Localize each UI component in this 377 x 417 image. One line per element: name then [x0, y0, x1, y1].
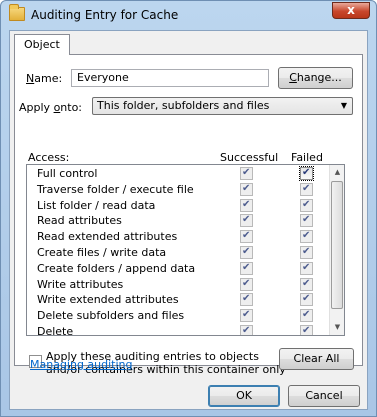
- failed-checkbox[interactable]: [300, 198, 313, 212]
- scroll-down-arrow-icon[interactable]: ▼: [330, 320, 344, 335]
- access-row[interactable]: Read attributes: [27, 213, 331, 229]
- successful-checkbox[interactable]: [240, 214, 253, 228]
- access-row[interactable]: Create files / write data: [27, 245, 331, 261]
- access-row[interactable]: List folder / read data: [27, 198, 331, 214]
- failed-checkbox[interactable]: [300, 230, 313, 244]
- failed-checkbox[interactable]: [300, 293, 313, 307]
- access-row-label: Full control: [37, 167, 98, 180]
- access-row[interactable]: Write attributes: [27, 277, 331, 293]
- access-row-label: Write extended attributes: [37, 293, 179, 307]
- access-row-label: Delete: [37, 325, 74, 336]
- folder-icon: [9, 4, 25, 21]
- ok-button[interactable]: OK: [208, 385, 280, 407]
- failed-checkbox[interactable]: [300, 182, 313, 196]
- failed-checkbox[interactable]: [300, 246, 313, 259]
- access-row-label: Create folders / append data: [37, 261, 196, 275]
- managing-auditing-link[interactable]: Managing auditing: [30, 358, 133, 371]
- name-field[interactable]: Everyone: [71, 69, 269, 87]
- successful-checkbox[interactable]: [240, 246, 253, 259]
- access-header: Access:: [28, 151, 70, 164]
- access-list[interactable]: Full control Traverse folder / execute fi…: [26, 164, 345, 336]
- failed-checkbox[interactable]: [300, 277, 313, 291]
- access-row-label: Traverse folder / execute file: [37, 182, 194, 196]
- tab-panel-object: Name: Everyone Change... Apply onto: Thi…: [14, 54, 363, 376]
- failed-checkbox[interactable]: [300, 325, 313, 335]
- successful-checkbox[interactable]: [240, 277, 253, 291]
- dialog-client-area: Object Name: Everyone Change... Apply on…: [9, 30, 368, 410]
- title-bar: Auditing Entry for Cache x: [1, 1, 376, 29]
- access-row[interactable]: Delete: [27, 324, 331, 336]
- access-row[interactable]: Write extended attributes: [27, 292, 331, 308]
- access-row[interactable]: Read extended attributes: [27, 229, 331, 245]
- successful-checkbox[interactable]: [240, 309, 253, 323]
- successful-checkbox[interactable]: [240, 325, 253, 335]
- scroll-up-arrow-icon[interactable]: ▲: [330, 165, 344, 180]
- access-row[interactable]: Create folders / append data: [27, 261, 331, 277]
- failed-checkbox[interactable]: [300, 214, 313, 228]
- successful-checkbox[interactable]: [240, 230, 253, 244]
- successful-checkbox[interactable]: [240, 293, 253, 307]
- apply-onto-select[interactable]: This folder, subfolders and files ▼: [92, 97, 353, 115]
- access-row-label: Read attributes: [37, 214, 122, 228]
- apply-onto-value: This folder, subfolders and files: [97, 99, 270, 112]
- cancel-button[interactable]: Cancel: [288, 385, 360, 407]
- clear-all-button[interactable]: Clear All: [279, 348, 354, 370]
- successful-checkbox[interactable]: [240, 261, 253, 275]
- vertical-scrollbar[interactable]: ▲ ▼: [329, 165, 344, 335]
- close-button[interactable]: x: [332, 2, 370, 19]
- successful-checkbox[interactable]: [240, 167, 253, 180]
- successful-checkbox[interactable]: [240, 182, 253, 196]
- access-row[interactable]: Full control: [27, 166, 331, 182]
- access-row-label: Create files / write data: [37, 246, 167, 259]
- access-row-label: List folder / read data: [37, 198, 156, 212]
- access-row[interactable]: Delete subfolders and files: [27, 308, 331, 324]
- access-row-label: Delete subfolders and files: [37, 309, 185, 323]
- chevron-down-icon: ▼: [340, 101, 347, 110]
- dialog-window: Auditing Entry for Cache x Object Name: …: [0, 0, 377, 417]
- failed-checkbox[interactable]: [300, 309, 313, 323]
- access-row-label: Read extended attributes: [37, 230, 178, 244]
- failed-checkbox[interactable]: [300, 261, 313, 275]
- successful-header: Successful: [220, 151, 279, 164]
- tab-object[interactable]: Object: [14, 34, 70, 55]
- scrollbar-thumb[interactable]: [331, 181, 343, 309]
- access-row-label: Write attributes: [37, 277, 124, 291]
- window-title: Auditing Entry for Cache: [31, 8, 179, 22]
- failed-checkbox[interactable]: [299, 166, 314, 181]
- change-button[interactable]: Change...: [278, 67, 353, 89]
- apply-onto-label: Apply onto:: [19, 101, 83, 114]
- name-label: Name:: [26, 72, 63, 85]
- failed-header: Failed: [291, 151, 323, 164]
- successful-checkbox[interactable]: [240, 198, 253, 212]
- access-row[interactable]: Traverse folder / execute file: [27, 182, 331, 198]
